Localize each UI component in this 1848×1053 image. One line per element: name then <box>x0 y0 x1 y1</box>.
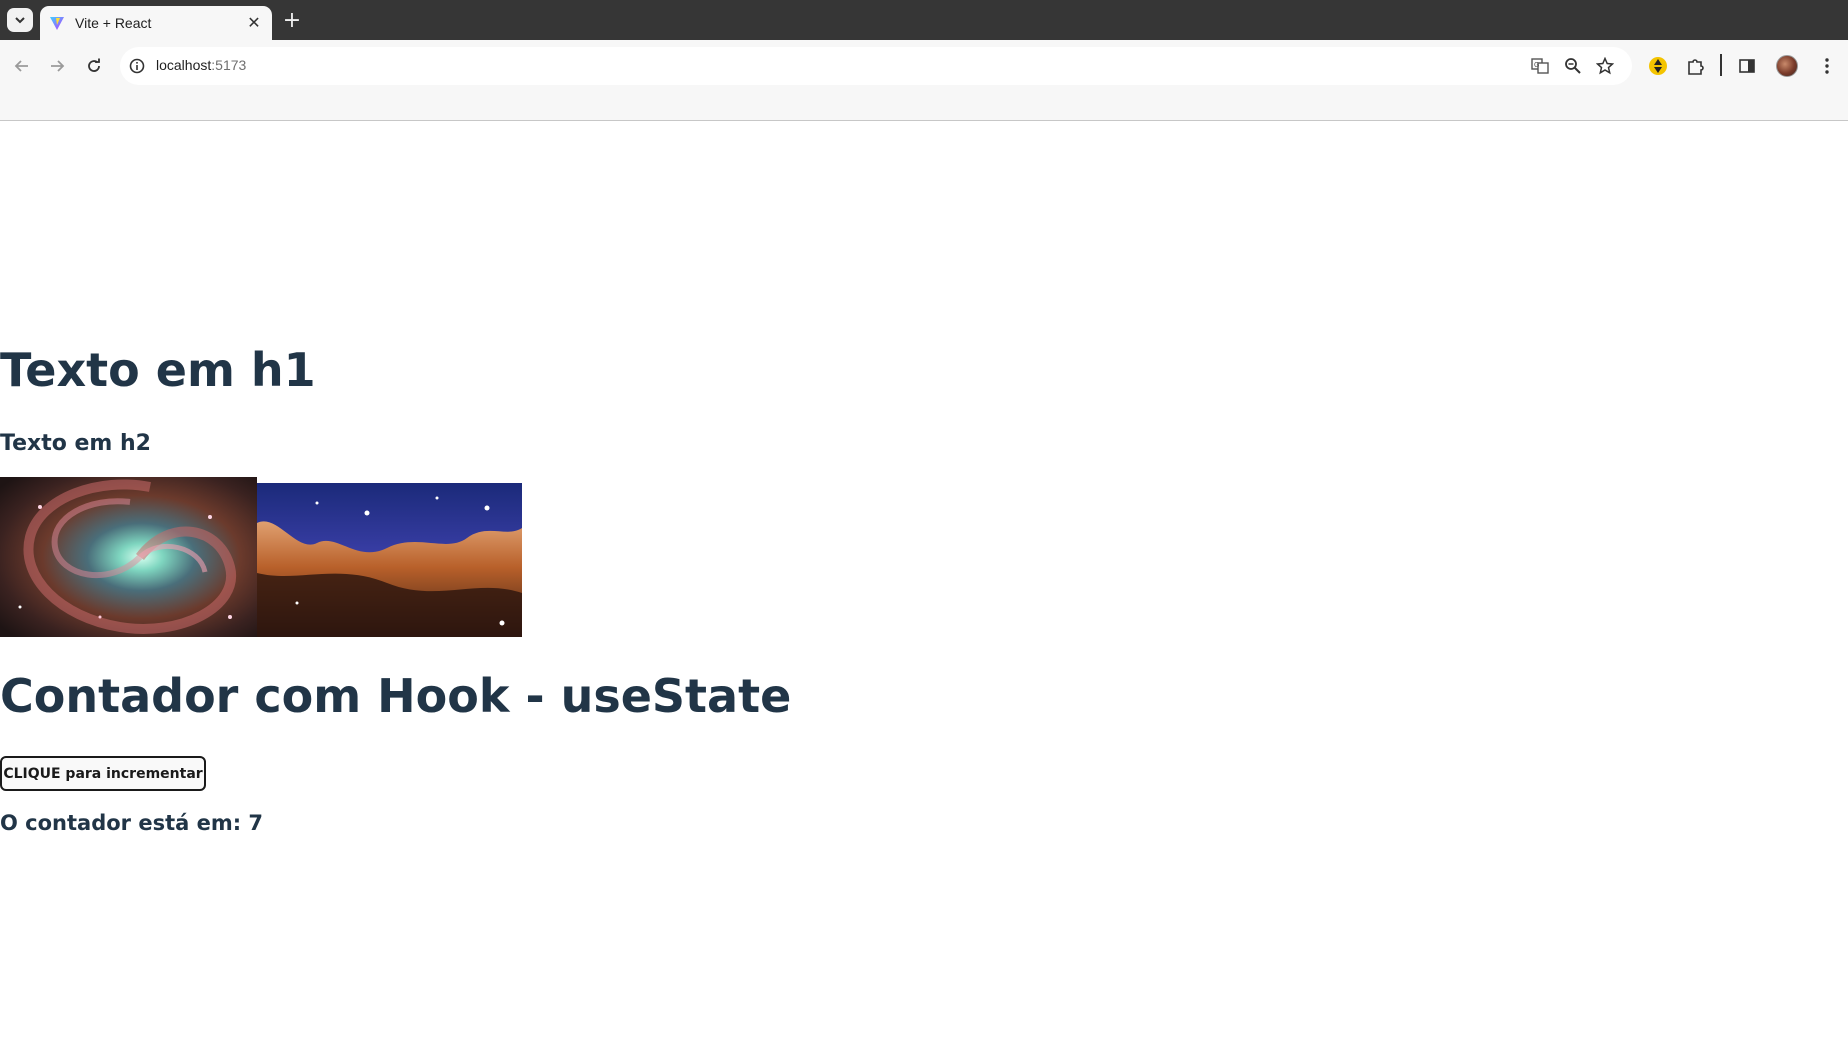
zoom-icon[interactable] <box>1563 56 1583 76</box>
side-panel-icon[interactable] <box>1734 53 1760 79</box>
increment-button[interactable]: CLIQUE para incrementar <box>0 756 206 791</box>
page-heading-h2: Texto em h2 <box>0 431 151 456</box>
counter-value: 7 <box>248 811 264 835</box>
tab-strip: Vite + React ✕ + <box>0 0 1848 40</box>
svg-text:G: G <box>1534 62 1539 69</box>
extension-badge-icon[interactable] <box>1645 53 1671 79</box>
tab-search-button[interactable] <box>7 8 33 32</box>
browser-tab[interactable]: Vite + React ✕ <box>40 6 272 40</box>
new-tab-button[interactable]: + <box>281 10 303 32</box>
toolbar-divider <box>1720 54 1722 76</box>
reload-button[interactable] <box>80 52 108 80</box>
url-text: localhost:5173 <box>156 57 247 73</box>
tab-title: Vite + React <box>75 15 152 31</box>
arrow-right-icon <box>51 60 65 72</box>
vite-logo-icon <box>49 15 65 31</box>
address-bar[interactable]: localhost:5173 G <box>120 47 1632 85</box>
nebula-image <box>257 483 522 637</box>
page-content: Texto em h1 Texto em h2 Contador com Hoo… <box>0 121 1848 1053</box>
more-menu-icon[interactable] <box>1814 53 1840 79</box>
counter-title: Contador com Hook - useState <box>0 669 792 723</box>
profile-avatar[interactable] <box>1776 55 1798 77</box>
arrow-left-icon <box>14 60 28 72</box>
forward-button[interactable] <box>43 52 71 80</box>
extensions-puzzle-icon[interactable] <box>1682 53 1708 79</box>
browser-toolbar: localhost:5173 G <box>0 40 1848 121</box>
page-heading-h1: Texto em h1 <box>0 343 316 397</box>
chevron-down-icon <box>15 17 25 24</box>
galaxy-image <box>0 477 257 637</box>
bookmark-star-icon[interactable] <box>1595 56 1615 76</box>
close-icon[interactable]: ✕ <box>244 13 264 33</box>
reload-icon <box>88 58 100 72</box>
back-button[interactable] <box>8 52 36 80</box>
counter-label: O contador está em: <box>0 811 249 835</box>
translate-icon[interactable]: G <box>1530 56 1550 76</box>
site-info-icon[interactable] <box>128 57 146 75</box>
counter-status: O contador está em: 7 <box>0 811 263 835</box>
